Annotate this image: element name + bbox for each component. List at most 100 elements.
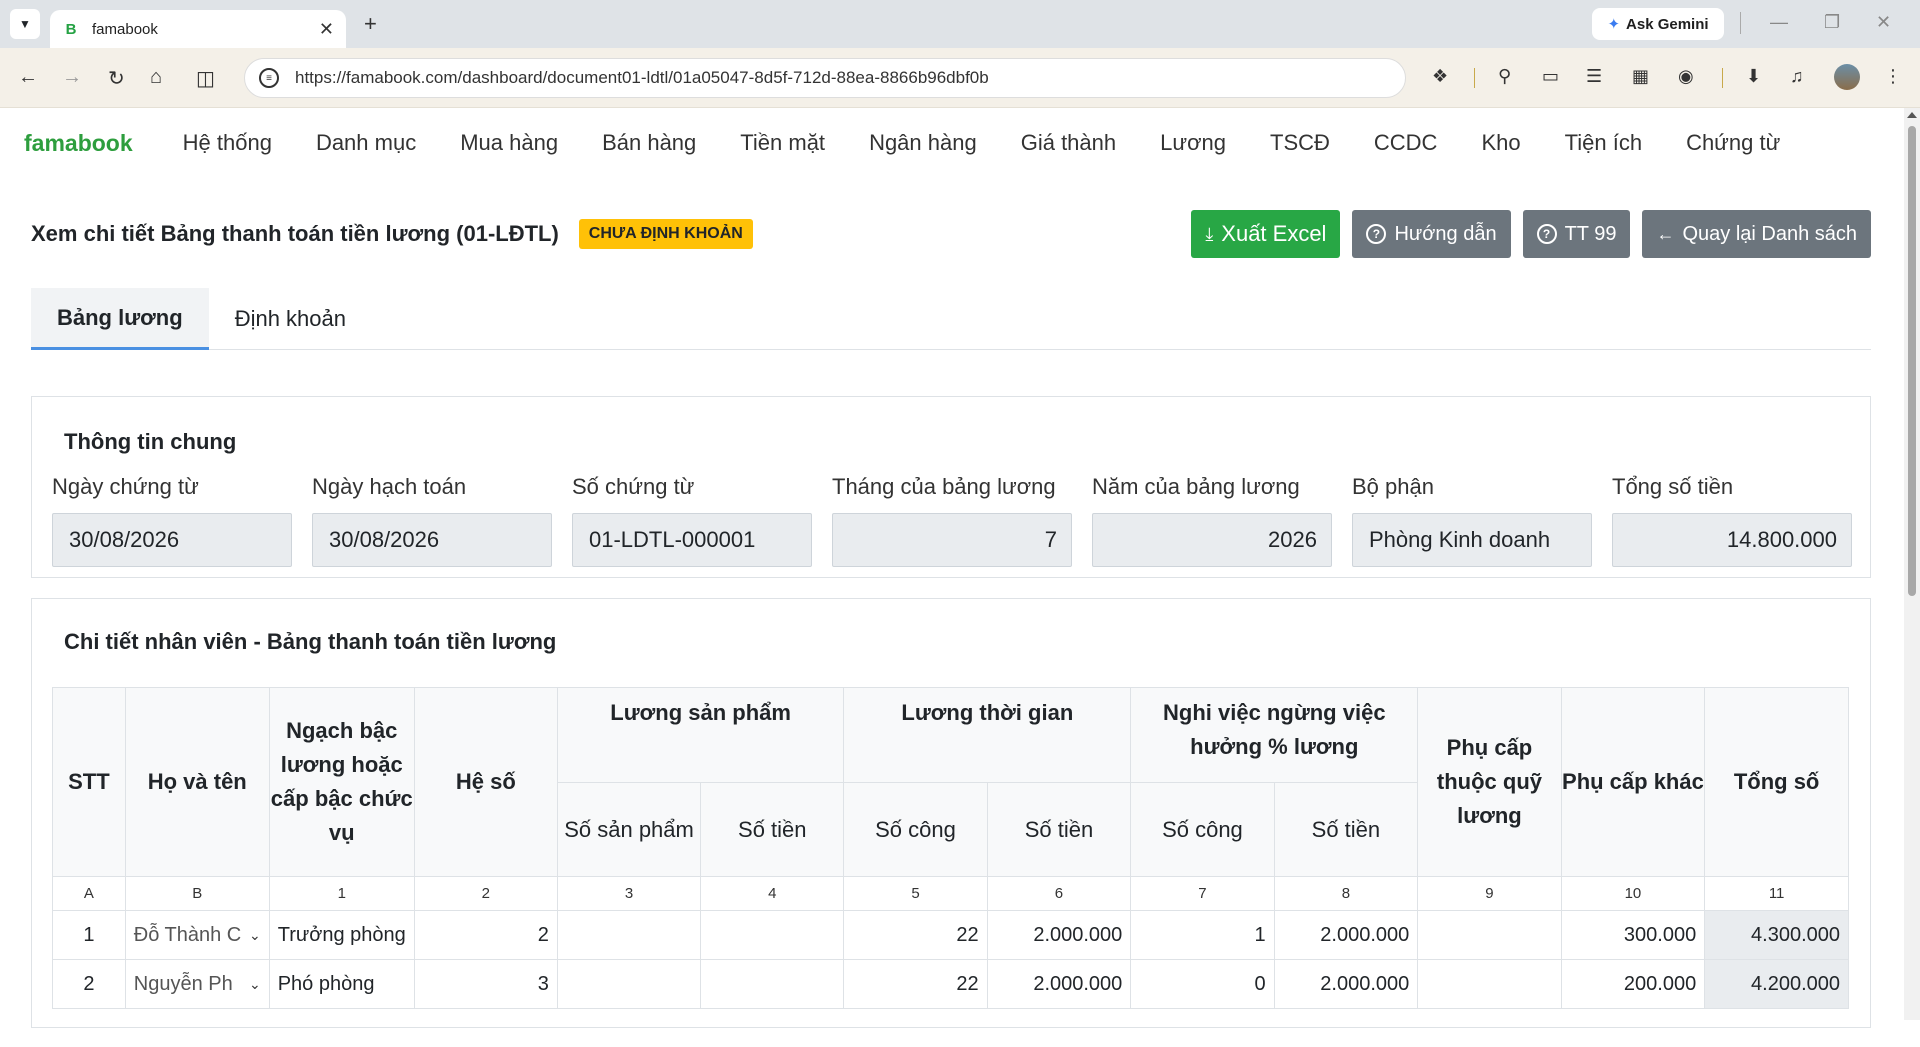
back-icon[interactable]: ← — [18, 66, 38, 89]
scrollbar-thumb[interactable] — [1908, 126, 1916, 596]
field-label: Ngày hạch toán — [312, 474, 467, 499]
general-info-title: Thông tin chung — [64, 429, 237, 454]
back-to-list-button[interactable]: ← Quay lại Danh sách — [1642, 210, 1871, 258]
payroll-year-input[interactable]: 2026 — [1092, 513, 1332, 567]
document-number-input[interactable]: 01-LDTL-000001 — [572, 513, 812, 567]
product-amount-input[interactable] — [700, 959, 845, 1009]
time-amount-input[interactable]: 2.000.000 — [986, 959, 1132, 1009]
product-qty-input[interactable] — [556, 910, 702, 960]
tab-search-button[interactable]: ▼ — [10, 9, 40, 39]
page-scrollbar[interactable] — [1904, 108, 1920, 1020]
guide-button[interactable]: ? Hướng dẫn — [1352, 210, 1511, 258]
leave-amount-input[interactable]: 2.000.000 — [1273, 910, 1419, 960]
tab-dinh-khoan[interactable]: Định khoản — [209, 288, 372, 350]
grade-input[interactable]: Trưởng phòng — [268, 910, 415, 960]
extensions-icon[interactable]: ❖ — [1432, 66, 1448, 87]
allowance-other-input[interactable]: 300.000 — [1560, 910, 1706, 960]
close-window-icon[interactable]: ✕ — [1876, 12, 1891, 33]
header-time-salary: Lương thời gian — [843, 687, 1132, 783]
employee-name: Đỗ Thành C — [133, 923, 242, 946]
time-amount-input[interactable]: 2.000.000 — [986, 910, 1132, 960]
key-icon[interactable]: ⚲ — [1498, 66, 1511, 87]
tab-title: famabook — [92, 20, 158, 38]
menu-tien-mat[interactable]: Tiền mặt — [740, 130, 825, 156]
restore-icon[interactable]: ❐ — [1824, 12, 1840, 33]
export-excel-button[interactable]: ⤓ Xuất Excel — [1191, 210, 1341, 258]
allowance-other-input[interactable]: 200.000 — [1560, 959, 1706, 1009]
brand-logo[interactable]: famabook — [24, 130, 133, 157]
employee-select[interactable]: Nguyễn Ph ⌄ — [124, 959, 270, 1009]
allowance-fund-input[interactable] — [1417, 959, 1562, 1009]
field-nam: Năm của bảng lương 2026 — [1092, 469, 1332, 567]
field-label: Tổng số tiền — [1612, 474, 1734, 499]
menu-tscd[interactable]: TSCĐ — [1270, 130, 1330, 156]
new-tab-icon[interactable]: + — [364, 11, 377, 37]
department-input[interactable]: Phòng Kinh doanh — [1352, 513, 1592, 567]
subheader-product-amount: Số tiền — [700, 782, 845, 877]
coefficient-input[interactable]: 2 — [413, 910, 558, 960]
address-bar[interactable]: ≡ https://famabook.com/dashboard/documen… — [244, 58, 1406, 98]
download-icon[interactable]: ⬇ — [1746, 66, 1761, 87]
status-badge: CHƯA ĐỊNH KHOẢN — [578, 219, 753, 249]
field-bo-phan: Bộ phận Phòng Kinh doanh — [1352, 469, 1592, 567]
product-amount-input[interactable] — [700, 910, 845, 960]
media-icon[interactable]: ♫ — [1790, 66, 1804, 87]
profile-avatar[interactable] — [1834, 64, 1860, 90]
scroll-up-icon[interactable] — [1907, 112, 1917, 118]
product-qty-input[interactable] — [556, 959, 702, 1009]
subheader-time-days: Số công — [843, 782, 988, 877]
leave-days-input[interactable]: 1 — [1130, 910, 1275, 960]
chevron-down-icon: ⌄ — [248, 975, 261, 992]
document-date-input[interactable]: 30/08/2026 — [52, 513, 292, 567]
menu-ccdc[interactable]: CCDC — [1374, 130, 1438, 156]
home-icon[interactable]: ⌂ — [150, 66, 162, 89]
payroll-month-input[interactable]: 7 — [832, 513, 1072, 567]
header-total: Tổng số — [1704, 687, 1849, 877]
payroll-table-wrapper[interactable]: STT Họ và tên Ngạch bậc lương hoặc cấp b… — [52, 687, 1849, 1047]
menu-mua-hang[interactable]: Mua hàng — [460, 130, 558, 156]
book-icon[interactable]: ☰ — [1586, 66, 1602, 87]
reading-mode-icon[interactable]: ◫ — [196, 66, 215, 91]
site-info-icon[interactable]: ≡ — [259, 68, 279, 88]
field-tong-so-tien: Tổng số tiền 14.800.000 — [1612, 469, 1852, 567]
menu-kho[interactable]: Kho — [1481, 130, 1520, 156]
field-label: Bộ phận — [1352, 474, 1434, 499]
menu-ban-hang[interactable]: Bán hàng — [602, 130, 696, 156]
close-tab-icon[interactable]: ✕ — [319, 19, 334, 40]
menu-ngan-hang[interactable]: Ngân hàng — [869, 130, 977, 156]
minimize-icon[interactable]: — — [1770, 12, 1788, 33]
menu-gia-thanh[interactable]: Giá thành — [1021, 130, 1116, 156]
posting-date-input[interactable]: 30/08/2026 — [312, 513, 552, 567]
time-days-input[interactable]: 22 — [843, 910, 988, 960]
tab-bang-luong[interactable]: Bảng lương — [31, 288, 209, 350]
browser-tab[interactable]: B famabook ✕ — [50, 10, 346, 48]
back-to-list-label: Quay lại Danh sách — [1682, 222, 1857, 245]
employee-select[interactable]: Đỗ Thành C ⌄ — [124, 910, 270, 960]
menu-luong[interactable]: Lương — [1160, 130, 1226, 156]
card-icon[interactable]: ▭ — [1542, 66, 1559, 87]
header-coefficient: Hệ số — [413, 687, 558, 877]
menu-chung-tu[interactable]: Chứng từ — [1686, 130, 1780, 156]
payroll-table: STT Họ và tên Ngạch bậc lương hoặc cấp b… — [52, 687, 1849, 1009]
more-menu-icon[interactable]: ⋮ — [1884, 66, 1902, 87]
menu-he-thong[interactable]: Hệ thống — [183, 130, 272, 156]
ask-gemini-button[interactable]: ✦ Ask Gemini — [1592, 8, 1724, 40]
tt99-label: TT 99 — [1564, 222, 1617, 245]
coefficient-input[interactable]: 3 — [413, 959, 558, 1009]
allowance-fund-input[interactable] — [1417, 910, 1562, 960]
field-so-chung-tu: Số chứng từ 01-LDTL-000001 — [572, 469, 812, 567]
grade-input[interactable]: Phó phòng — [268, 959, 415, 1009]
page-header: Xem chi tiết Bảng thanh toán tiền lương … — [31, 208, 1871, 260]
forward-icon[interactable]: → — [62, 66, 82, 89]
tt99-button[interactable]: ? TT 99 — [1522, 210, 1631, 258]
menu-tien-ich[interactable]: Tiện ích — [1565, 130, 1642, 156]
row-total: 4.200.000 — [1704, 959, 1849, 1009]
time-days-input[interactable]: 22 — [843, 959, 988, 1009]
reload-icon[interactable]: ↻ — [108, 66, 125, 91]
leave-amount-input[interactable]: 2.000.000 — [1273, 959, 1419, 1009]
menu-danh-muc[interactable]: Danh mục — [316, 130, 416, 156]
incognito-icon[interactable]: ◉ — [1678, 66, 1694, 87]
table-icon[interactable]: ▦ — [1632, 66, 1649, 87]
total-amount-input[interactable]: 14.800.000 — [1612, 513, 1852, 567]
leave-days-input[interactable]: 0 — [1130, 959, 1275, 1009]
